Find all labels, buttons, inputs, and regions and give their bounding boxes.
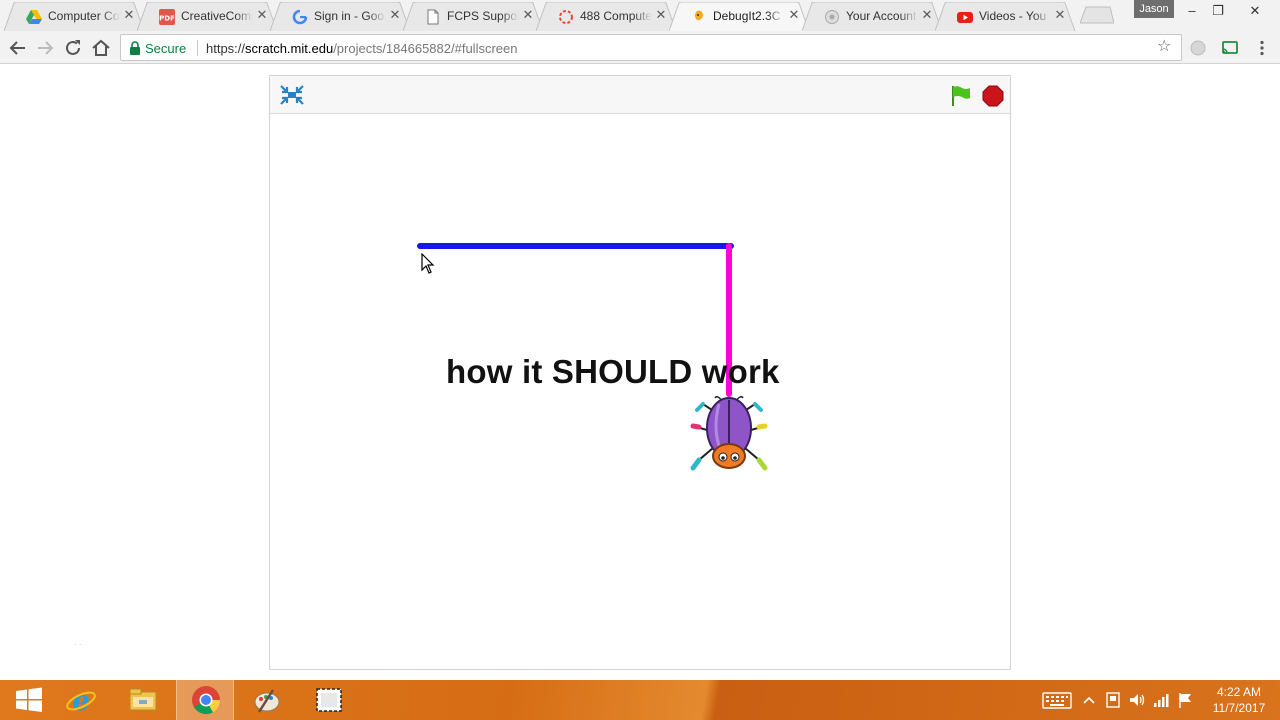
- url-text[interactable]: https://scratch.mit.edu/projects/1846658…: [206, 41, 517, 56]
- tab-title: Computer Co: [48, 9, 120, 23]
- windows-start-icon: [16, 687, 42, 712]
- home-button[interactable]: [89, 36, 113, 60]
- address-bar[interactable]: Secure https://scratch.mit.edu/projects/…: [120, 34, 1182, 61]
- lock-icon: [130, 41, 140, 55]
- close-tab-icon[interactable]: ✕: [255, 8, 269, 22]
- windows-taskbar: e: [0, 680, 1280, 720]
- tab-fcps-support[interactable]: FCPS Support ✕: [403, 2, 544, 31]
- snipping-tool-icon: [316, 688, 342, 712]
- beetle-sprite[interactable]: [690, 395, 768, 471]
- close-tab-icon[interactable]: ✕: [388, 8, 402, 22]
- menu-icon[interactable]: [1253, 39, 1271, 57]
- restore-button[interactable]: ❐: [1203, 0, 1233, 22]
- green-flag-button[interactable]: [949, 84, 973, 108]
- taskbar-chrome[interactable]: [176, 680, 234, 720]
- paint-icon: [254, 689, 280, 713]
- loading-icon: [559, 10, 573, 24]
- internet-explorer-icon: e: [66, 684, 96, 716]
- tab-your-account[interactable]: Your Account ✕: [802, 2, 943, 31]
- exit-fullscreen-button[interactable]: [279, 84, 305, 106]
- tab-strip: Computer Co ✕ PDF CreativeComp ✕ Sign in…: [0, 0, 1280, 31]
- scratch-icon: [695, 10, 703, 21]
- extension-icon[interactable]: [1189, 39, 1207, 57]
- tab-title: 488 Compute: [580, 9, 652, 23]
- taskbar-clock[interactable]: 4:22 AM 11/7/2017: [1204, 684, 1274, 716]
- google-icon: [292, 9, 308, 25]
- stage-canvas: [417, 243, 768, 471]
- url-scheme: https://: [206, 41, 246, 56]
- svg-text:PDF: PDF: [159, 15, 175, 23]
- close-window-button[interactable]: ✕: [1240, 0, 1270, 22]
- close-tab-icon[interactable]: ✕: [521, 8, 535, 22]
- taskbar-paint[interactable]: [238, 680, 296, 720]
- chrome-icon: [192, 686, 221, 715]
- google-drive-icon: [26, 10, 42, 24]
- account-icon: [825, 10, 839, 24]
- show-hidden-icons-button[interactable]: [1082, 690, 1096, 710]
- tab-488-compute[interactable]: 488 Compute ✕: [536, 2, 677, 31]
- tab-title: Videos - You: [979, 9, 1047, 23]
- browser-toolbar: Secure https://scratch.mit.edu/projects/…: [0, 31, 1280, 64]
- stage-text: how it SHOULD work: [446, 353, 780, 390]
- action-center-flag-icon[interactable]: [1176, 690, 1194, 710]
- url-path: /projects/184665882/#fullscreen: [333, 41, 518, 56]
- close-tab-icon[interactable]: ✕: [920, 8, 934, 22]
- clock-time: 4:22 AM: [1216, 685, 1262, 699]
- clock-date: 11/7/2017: [1212, 701, 1266, 715]
- taskbar-snipping-tool[interactable]: [300, 680, 358, 720]
- tab-title: Sign in - Goo: [314, 9, 385, 23]
- new-tab-button[interactable]: [1080, 6, 1114, 24]
- reload-button[interactable]: [61, 36, 85, 60]
- tab-debugit[interactable]: DebugIt2.3C ✕: [669, 2, 810, 31]
- mouse-cursor-icon: [421, 253, 435, 274]
- youtube-icon: [957, 12, 973, 23]
- bookmark-star-icon[interactable]: ☆: [1157, 39, 1173, 55]
- tab-title: DebugIt2.3C: [713, 9, 781, 23]
- decorative-dots: · ·: [74, 640, 82, 649]
- forward-button[interactable]: [33, 36, 57, 60]
- tab-title: CreativeComp: [181, 9, 253, 23]
- pdf-icon: PDF: [159, 9, 175, 25]
- tab-videos-youtube[interactable]: Videos - You ✕: [935, 2, 1076, 31]
- profile-button[interactable]: Jason: [1134, 0, 1174, 18]
- document-icon: [427, 9, 439, 25]
- tab-title: FCPS Support: [447, 9, 519, 23]
- secure-label: Secure: [145, 41, 187, 56]
- tab-computer-co[interactable]: Computer Co ✕: [4, 2, 145, 31]
- close-tab-icon[interactable]: ✕: [787, 8, 801, 22]
- close-tab-icon[interactable]: ✕: [654, 8, 668, 22]
- cast-icon[interactable]: [1221, 39, 1239, 57]
- close-tab-icon[interactable]: ✕: [122, 8, 136, 22]
- taskbar-file-explorer[interactable]: [114, 680, 172, 720]
- back-button[interactable]: [6, 36, 30, 60]
- svg-text:e: e: [72, 684, 90, 716]
- volume-icon[interactable]: [1128, 690, 1146, 710]
- player-controls: [270, 76, 1010, 114]
- screen: Computer Co ✕ PDF CreativeComp ✕ Sign in…: [0, 0, 1280, 720]
- touch-keyboard-icon[interactable]: [1042, 690, 1072, 710]
- tab-creativecomp[interactable]: PDF CreativeComp ✕: [137, 2, 278, 31]
- scratch-player: how it SHOULD work: [269, 75, 1011, 670]
- start-button[interactable]: [0, 680, 58, 720]
- network-icon[interactable]: [1152, 690, 1170, 710]
- taskbar-internet-explorer[interactable]: e: [52, 680, 110, 720]
- stop-button[interactable]: [982, 85, 1004, 107]
- stage[interactable]: how it SHOULD work: [270, 114, 1010, 669]
- tab-sign-in-google[interactable]: Sign in - Goo ✕: [270, 2, 411, 31]
- tab-title: Your Account: [846, 9, 917, 23]
- url-host: scratch.mit.edu: [245, 41, 334, 56]
- omnibox-divider: [197, 40, 198, 56]
- device-icon[interactable]: [1104, 690, 1122, 710]
- file-explorer-icon: [129, 688, 157, 711]
- close-tab-icon[interactable]: ✕: [1053, 8, 1067, 22]
